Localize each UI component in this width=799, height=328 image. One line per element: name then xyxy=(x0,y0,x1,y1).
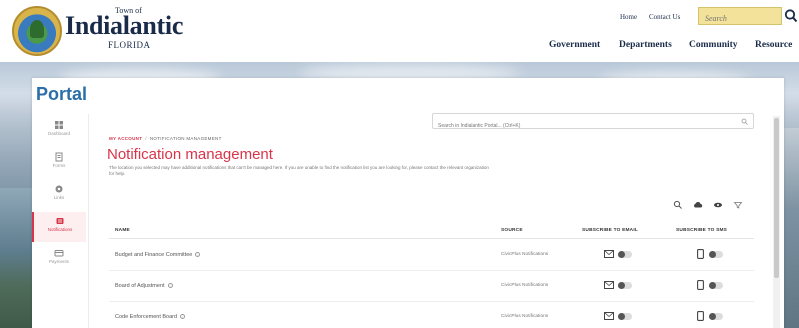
email-icon xyxy=(604,312,614,320)
portal-search xyxy=(432,113,754,133)
sms-subscribe-toggle[interactable] xyxy=(709,251,723,258)
sidebar-item-label: Forms xyxy=(52,163,66,168)
sms-subscribe-toggle[interactable] xyxy=(709,282,723,289)
sidebar-item-notifications[interactable]: Notifications xyxy=(32,212,86,242)
eye-icon[interactable] xyxy=(713,200,723,210)
breadcrumb: MY ACCOUNT / NOTIFICATION MANAGEMENT xyxy=(109,136,222,141)
row-name: Budget and Finance Committee i xyxy=(115,252,201,258)
email-icon xyxy=(604,250,614,258)
nav-community[interactable]: Community xyxy=(689,40,738,50)
sidebar-item-label: Notifications xyxy=(47,227,73,232)
sidebar-item-label: Payments xyxy=(48,259,69,264)
phone-icon xyxy=(697,249,704,259)
info-icon[interactable]: i xyxy=(167,283,173,289)
dashboard-icon xyxy=(55,121,63,129)
row-source: CivicPlus Notifications xyxy=(501,314,549,319)
column-header-sms[interactable]: SUBSCRIBE TO SMS xyxy=(676,228,727,233)
info-icon[interactable]: i xyxy=(180,314,186,320)
town-seal-logo[interactable] xyxy=(12,6,62,56)
payment-icon xyxy=(54,250,64,257)
sidebar-item-label: Dashboard xyxy=(47,131,70,136)
info-icon[interactable]: i xyxy=(195,252,201,258)
sidebar-item-links[interactable]: Links xyxy=(32,180,86,210)
logo-state: FLORIDA xyxy=(108,40,151,50)
sidebar-item-label: Links xyxy=(53,195,65,200)
links-icon xyxy=(55,185,63,193)
nav-government[interactable]: Government xyxy=(549,40,600,50)
email-subscribe-toggle[interactable] xyxy=(618,282,632,289)
email-subscribe-toggle[interactable] xyxy=(618,313,632,320)
scrollbar[interactable] xyxy=(773,116,780,328)
site-search-input[interactable] xyxy=(699,10,781,27)
search-icon xyxy=(784,9,798,23)
sidebar-item-payments[interactable]: Payments xyxy=(32,244,86,274)
filter-icon[interactable] xyxy=(733,200,743,210)
sidebar-item-forms[interactable]: Forms xyxy=(32,148,86,178)
home-link[interactable]: Home xyxy=(620,13,637,21)
scrollbar-thumb[interactable] xyxy=(774,118,779,278)
search-icon[interactable] xyxy=(741,118,748,125)
portal-title: Portal xyxy=(36,84,88,104)
portal-search-input[interactable] xyxy=(433,119,753,133)
portal-sidebar: Dashboard Forms Links Notifications Paym… xyxy=(32,114,86,328)
sidebar-item-dashboard[interactable]: Dashboard xyxy=(32,116,86,146)
cloud-icon[interactable] xyxy=(693,200,703,210)
breadcrumb-my-account[interactable]: MY ACCOUNT xyxy=(109,136,142,141)
bell-icon xyxy=(56,218,64,224)
search-icon[interactable] xyxy=(673,200,683,210)
row-name: Board of Adjustment i xyxy=(115,283,173,289)
contact-us-link[interactable]: Contact Us xyxy=(649,13,680,21)
sidebar-divider xyxy=(88,114,89,328)
sms-subscribe-toggle[interactable] xyxy=(709,313,723,320)
site-header: Town of Indialantic FLORIDA Home Contact… xyxy=(0,0,799,62)
table-row: Code Enforcement Board i CivicPlus Notifi… xyxy=(109,302,754,328)
table-header: NAME SOURCE SUBSCRIBE TO EMAIL SUBSCRIBE… xyxy=(109,225,754,239)
email-icon xyxy=(604,281,614,289)
page-description: The location you selected may have addit… xyxy=(109,165,489,176)
email-subscribe-toggle[interactable] xyxy=(618,251,632,258)
page-title: Notification management xyxy=(107,146,273,163)
breadcrumb-current: NOTIFICATION MANAGEMENT xyxy=(149,136,222,141)
row-source: CivicPlus Notifications xyxy=(501,283,549,288)
phone-icon xyxy=(697,311,704,321)
phone-icon xyxy=(697,280,704,290)
site-search xyxy=(698,7,782,27)
table-row: Budget and Finance Committee i CivicPlus … xyxy=(109,240,754,271)
column-header-source[interactable]: SOURCE xyxy=(501,228,523,233)
nav-resources[interactable]: Resource xyxy=(755,40,792,50)
row-name: Code Enforcement Board i xyxy=(115,314,186,320)
forms-icon xyxy=(55,152,63,162)
table-row: Board of Adjustment i CivicPlus Notificat… xyxy=(109,271,754,302)
row-source: CivicPlus Notifications xyxy=(501,252,549,257)
site-search-button[interactable] xyxy=(784,8,798,24)
column-header-name[interactable]: NAME xyxy=(115,228,130,233)
column-header-email[interactable]: SUBSCRIBE TO EMAIL xyxy=(582,228,638,233)
nav-departments[interactable]: Departments xyxy=(619,40,672,50)
logo-wordmark[interactable]: Indialantic xyxy=(65,13,183,39)
portal-panel: Portal Dashboard Forms Links Notificatio… xyxy=(32,78,784,328)
